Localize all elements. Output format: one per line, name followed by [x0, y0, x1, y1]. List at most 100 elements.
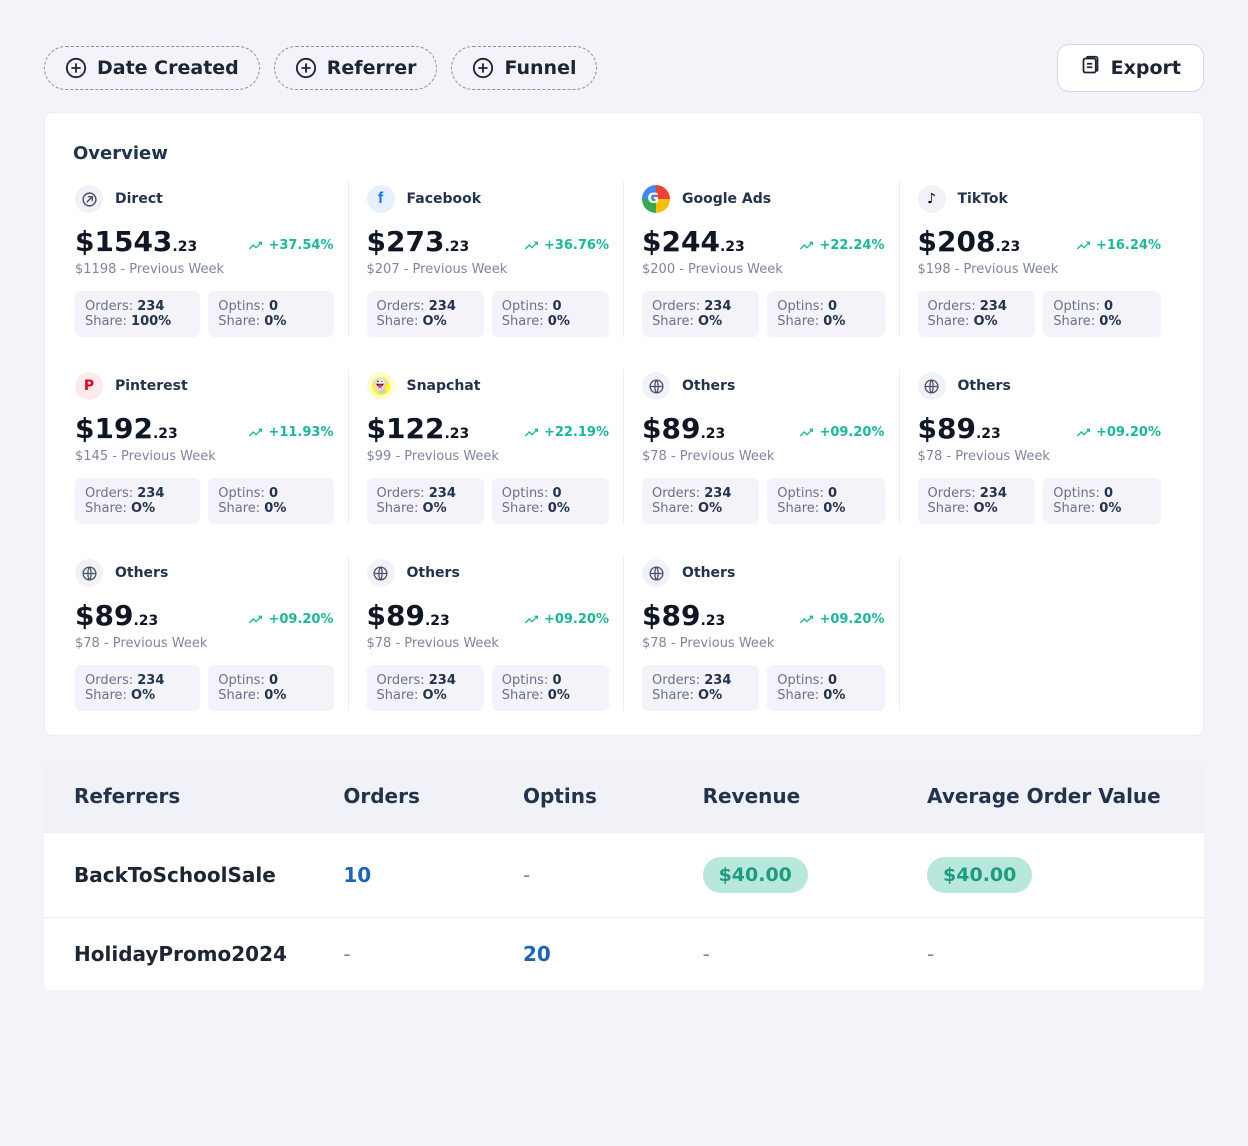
card-amount: $122.23: [367, 412, 470, 445]
card-title: Direct: [115, 191, 163, 207]
card-delta: +16.24%: [1076, 238, 1161, 253]
export-button[interactable]: Export: [1057, 44, 1204, 92]
card-title: TikTok: [958, 191, 1008, 207]
filter-label: Date Created: [97, 57, 239, 79]
card-amount: $89.23: [642, 599, 725, 632]
card-previous: $1198 - Previous Week: [75, 262, 334, 277]
card-amount: $273.23: [367, 225, 470, 258]
card-optins-tag: Optins: 0Share: 0%: [492, 665, 609, 711]
overview-card: Others$89.23+09.20%$78 - Previous WeekOr…: [624, 556, 900, 711]
orders: 10: [343, 863, 523, 887]
card-delta: +11.93%: [248, 425, 333, 440]
table-body: BackToSchoolSale10-$40.00$40.00HolidayPr…: [44, 832, 1204, 990]
card-previous: $78 - Previous Week: [642, 636, 885, 651]
revenue: -: [703, 942, 927, 966]
plus-icon: [65, 57, 87, 79]
card-orders-tag: Orders: 234Share: 100%: [75, 291, 200, 337]
card-previous: $78 - Previous Week: [367, 636, 610, 651]
export-label: Export: [1111, 57, 1181, 79]
card-optins-tag: Optins: 0Share: 0%: [208, 291, 333, 337]
col-orders: Orders: [343, 784, 523, 808]
card-delta: +09.20%: [799, 612, 884, 627]
google-icon: G: [642, 185, 670, 213]
card-previous: $78 - Previous Week: [642, 449, 885, 464]
col-aov: Average Order Value: [927, 784, 1174, 808]
card-previous: $198 - Previous Week: [918, 262, 1162, 277]
card-title: Others: [115, 565, 168, 581]
plus-icon: [472, 57, 494, 79]
card-optins-tag: Optins: 0Share: 0%: [208, 665, 333, 711]
overview-card: ♪ TikTok $208.23 +16.24% $198 - Previous Wee…: [900, 182, 1176, 337]
filter-referrer[interactable]: Referrer: [274, 46, 438, 90]
overview-card: Others $89.23 +09.20% $78 - Previous Week Or…: [349, 556, 625, 711]
table-row[interactable]: HolidayPromo2024-20--: [44, 917, 1204, 990]
overview-card: Direct $1543.23 +37.54% $1198 - Previous We…: [73, 182, 349, 337]
orders: -: [343, 942, 523, 966]
aov: -: [927, 942, 1174, 966]
table-header-row: Referrers Orders Optins Revenue Average …: [44, 760, 1204, 832]
card-amount: $1543.23: [75, 225, 197, 258]
card-previous: $145 - Previous Week: [75, 449, 334, 464]
card-orders-tag: Orders: 234Share: O%: [75, 665, 200, 711]
card-orders-tag: Orders: 234Share: O%: [367, 291, 484, 337]
card-title: Others: [407, 565, 460, 581]
globe-icon: [367, 559, 395, 587]
card-amount: $89.23: [918, 412, 1001, 445]
table-row[interactable]: BackToSchoolSale10-$40.00$40.00: [44, 832, 1204, 917]
facebook-icon: f: [367, 185, 395, 213]
card-optins-tag: Optins: 0Share: 0%: [208, 478, 333, 524]
filter-label: Referrer: [327, 57, 417, 79]
card-amount: $208.23: [918, 225, 1021, 258]
filter-funnel[interactable]: Funnel: [451, 46, 597, 90]
export-icon: [1080, 55, 1101, 81]
plus-icon: [295, 57, 317, 79]
card-optins-tag: Optins: 0Share: 0%: [767, 665, 884, 711]
col-optins: Optins: [523, 784, 703, 808]
card-orders-tag: Orders: 234Share: O%: [642, 665, 759, 711]
overview-card: Others$89.23+09.20%$78 - Previous WeekOr…: [900, 369, 1176, 524]
overview-card: 👻Snapchat$122.23+22.19%$99 - Previous We…: [349, 369, 625, 524]
filter-chip-group: Date Created Referrer Funnel: [44, 46, 597, 90]
col-revenue: Revenue: [703, 784, 927, 808]
card-title: Facebook: [407, 191, 482, 207]
card-delta: +09.20%: [799, 425, 884, 440]
card-optins-tag: Optins: 0Share: 0%: [767, 478, 884, 524]
card-orders-tag: Orders: 234Share: O%: [642, 478, 759, 524]
card-optins-tag: Optins: 0Share: 0%: [492, 291, 609, 337]
card-previous: $78 - Previous Week: [75, 636, 334, 651]
filter-date-created[interactable]: Date Created: [44, 46, 260, 90]
card-orders-tag: Orders: 234Share: O%: [367, 665, 484, 711]
card-amount: $89.23: [75, 599, 158, 632]
globe-icon: [918, 372, 946, 400]
referrers-table: Referrers Orders Optins Revenue Average …: [44, 760, 1204, 990]
card-delta: +09.20%: [1076, 425, 1161, 440]
cell-referrer: HolidayPromo2024: [74, 942, 343, 966]
card-optins-tag: Optins: 0Share: 0%: [1043, 291, 1161, 337]
card-delta: +37.54%: [248, 238, 333, 253]
tiktok-icon: ♪: [918, 185, 946, 213]
card-title: Others: [682, 378, 735, 394]
pinterest-icon: P: [75, 372, 103, 400]
globe-icon: [642, 559, 670, 587]
card-amount: $89.23: [642, 412, 725, 445]
card-orders-tag: Orders: 234Share: O%: [918, 478, 1036, 524]
card-orders-tag: Orders: 234Share: O%: [918, 291, 1036, 337]
cell-referrer: BackToSchoolSale: [74, 863, 343, 887]
card-amount: $89.23: [367, 599, 450, 632]
optins: -: [523, 863, 703, 887]
card-previous: $207 - Previous Week: [367, 262, 610, 277]
card-optins-tag: Optins: 0Share: 0%: [1043, 478, 1161, 524]
overview-card: Others$89.23+09.20%$78 - Previous WeekOr…: [73, 556, 349, 711]
globe-icon: [75, 559, 103, 587]
card-title: Pinterest: [115, 378, 188, 394]
toolbar: Date Created Referrer Funnel Export: [44, 44, 1204, 92]
card-orders-tag: Orders: 234Share: O%: [75, 478, 200, 524]
snapchat-icon: 👻: [367, 372, 395, 400]
overview-card: Others $89.23 +09.20% $78 - Previous Week Or…: [624, 369, 900, 524]
card-delta: +22.19%: [524, 425, 609, 440]
card-previous: $99 - Previous Week: [367, 449, 610, 464]
col-referrers: Referrers: [74, 784, 343, 808]
card-previous: $78 - Previous Week: [918, 449, 1162, 464]
card-orders-tag: Orders: 234Share: O%: [367, 478, 484, 524]
card-delta: +09.20%: [524, 612, 609, 627]
